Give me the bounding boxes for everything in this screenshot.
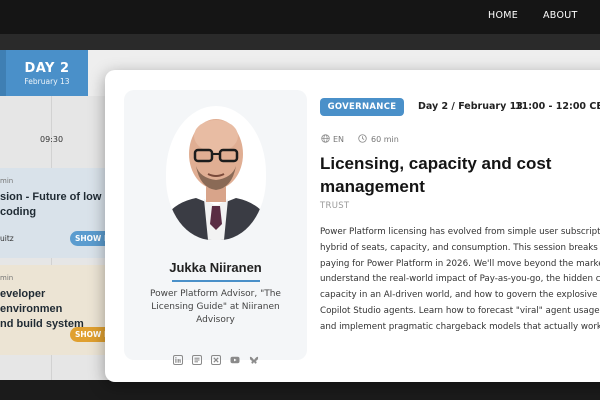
social-links: [173, 355, 263, 367]
duration-label: 60 min: [371, 135, 399, 144]
speaker-role: Power Platform Advisor, "The Licensing G…: [150, 289, 281, 325]
bluesky-icon[interactable]: [249, 355, 259, 365]
track-tag: GOVERNANCE: [320, 98, 404, 116]
youtube-icon[interactable]: [230, 355, 240, 365]
nav-home-link[interactable]: HOME: [488, 10, 518, 21]
x-icon[interactable]: [211, 355, 221, 365]
top-nav: HOME ABOUT: [0, 0, 600, 34]
day-tab-active[interactable]: DAY 2 February 13: [6, 50, 88, 96]
session-title-line: coding: [0, 206, 37, 218]
footer-band: [0, 380, 600, 400]
time-label: 09:30: [40, 135, 64, 144]
abstract-line: paying for Power Platform in 2026. We'll…: [320, 258, 600, 269]
speaker-avatar: [166, 106, 266, 240]
session-duration: min: [0, 274, 14, 282]
track-label: TRUST: [320, 201, 350, 211]
linkedin-icon[interactable]: [173, 355, 183, 365]
session-abstract: Power Platform licensing has evolved fro…: [320, 225, 600, 335]
session-title-line: eveloper environmen: [0, 288, 63, 315]
abstract-line: Power Platform licensing has evolved fro…: [320, 227, 600, 237]
day-tab-title: DAY 2: [24, 61, 70, 76]
name-underline: [172, 280, 260, 282]
session-card[interactable]: min eveloper environmen nd build system …: [0, 265, 115, 355]
nav-about-link[interactable]: ABOUT: [543, 10, 578, 21]
language-label: EN: [333, 135, 345, 144]
globe-icon: [321, 134, 330, 143]
abstract-line: Copilot Studio agents. Learn how to fore…: [320, 305, 600, 316]
session-speaker: uitz: [0, 234, 14, 243]
session-title-line: sion - Future of low: [0, 191, 102, 203]
header-gap: [0, 34, 600, 50]
speaker-photo-icon: [166, 119, 266, 240]
speaker-card: Jukka Niiranen Power Platform Advisor, "…: [124, 90, 307, 365]
abstract-line: and implement pragmatic chargeback model…: [320, 321, 600, 332]
session-date: Day 2 / February 13: [418, 101, 523, 112]
speaker-name[interactable]: Jukka Niiranen: [124, 260, 307, 275]
clock-icon: [358, 134, 367, 143]
session-title: Licensing, capacity and cost management: [320, 154, 552, 196]
session-duration: min: [0, 177, 14, 185]
abstract-line: understand the real-world impact of Pay-…: [320, 274, 600, 285]
session-time: 11:00 - 12:00 CET: [515, 101, 600, 112]
session-title: eveloper environmen nd build system: [0, 287, 110, 332]
session-modal: Jukka Niiranen Power Platform Advisor, "…: [105, 70, 600, 382]
session-card[interactable]: min sion - Future of low coding uitz SHO…: [0, 168, 115, 258]
abstract-line: capacity in an AI-driven world, and how …: [320, 290, 600, 301]
blog-icon[interactable]: [192, 355, 202, 365]
abstract-line: hybrid of seats, capacity, and consumpti…: [320, 242, 600, 253]
session-title: sion - Future of low coding: [0, 190, 110, 220]
day-tab-subtitle: February 13: [24, 77, 70, 86]
